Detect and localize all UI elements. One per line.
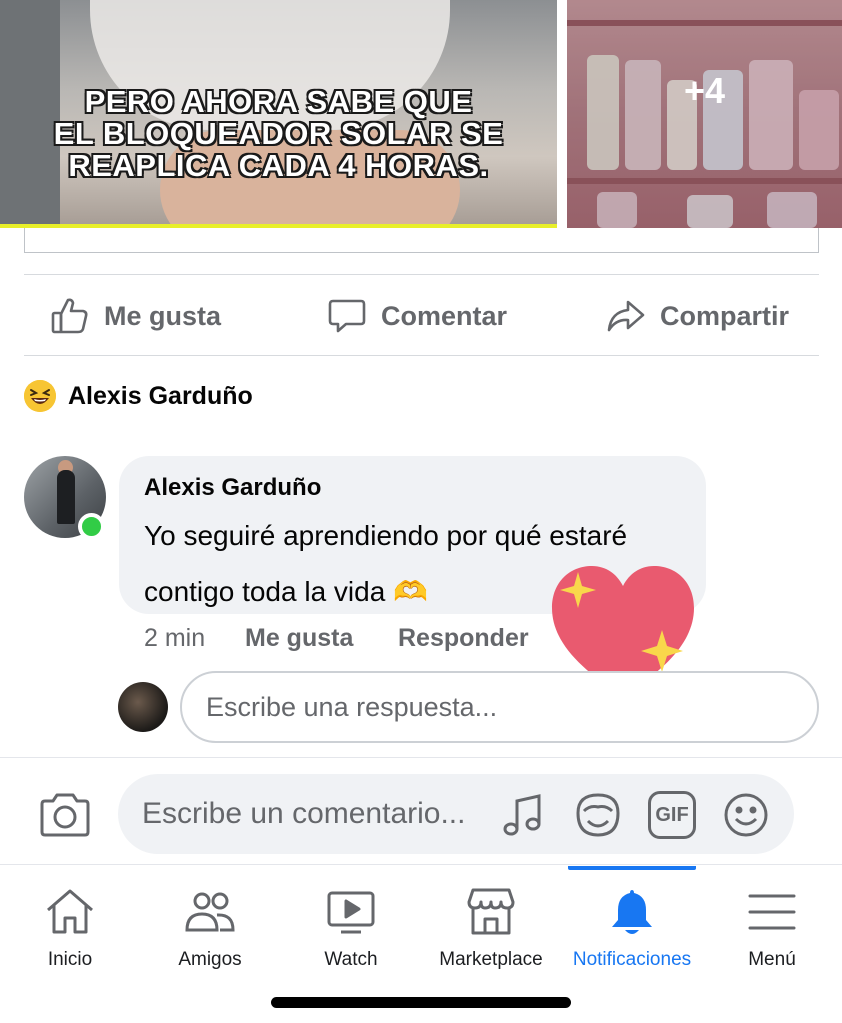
tab-notificaciones[interactable]: Notificaciones — [562, 866, 702, 976]
avatar-sticker-icon[interactable] — [574, 791, 622, 839]
my-avatar — [118, 682, 168, 732]
menu-icon — [748, 894, 796, 930]
bell-icon — [612, 890, 652, 934]
comment-input[interactable] — [142, 788, 502, 840]
laughing-emoji-icon — [24, 380, 56, 412]
comment-composer: GIF — [0, 757, 842, 865]
image-caption-line-2: EL BLOQUEADOR SOLAR SE — [53, 116, 504, 151]
tab-label: Watch — [324, 949, 378, 970]
reply-input[interactable] — [180, 671, 819, 743]
post-image-grid[interactable]: PERO AHORA SABE QUE EL BLOQUEADOR SOLAR … — [0, 0, 842, 230]
tab-watch[interactable]: Watch — [281, 866, 421, 976]
tab-marketplace[interactable]: Marketplace — [421, 866, 561, 976]
home-indicator — [271, 997, 571, 1008]
friends-icon — [185, 892, 235, 932]
divider — [24, 355, 819, 356]
comment-label: Comentar — [381, 300, 508, 331]
online-status-indicator — [78, 513, 105, 540]
like-label: Me gusta — [104, 300, 222, 331]
like-button[interactable]: Me gusta — [50, 294, 221, 338]
bottom-tab-bar: Inicio Amigos Watch Marketplace Notifica… — [0, 866, 842, 1023]
post-actions: Me gusta Comentar Compartir — [24, 276, 819, 356]
tab-label: Notificaciones — [572, 949, 692, 970]
share-arrow-icon — [607, 300, 645, 332]
home-icon — [47, 889, 93, 934]
share-button[interactable]: Compartir — [606, 294, 789, 338]
tab-label: Marketplace — [439, 949, 543, 970]
camera-icon[interactable] — [38, 792, 92, 838]
watch-icon — [327, 891, 375, 934]
avatar-body — [57, 470, 75, 524]
tab-label: Inicio — [47, 949, 93, 970]
comment-bubble-icon — [328, 299, 366, 333]
post-link-frame — [24, 228, 819, 253]
image-dim-overlay — [567, 0, 842, 228]
image-caption-line-1: PERO AHORA SABE QUE — [84, 84, 473, 119]
tab-label: Menú — [748, 949, 796, 970]
music-icon[interactable] — [500, 791, 548, 839]
post-image-more[interactable]: +4 — [567, 0, 842, 228]
marketplace-icon — [467, 888, 515, 935]
tab-label: Amigos — [178, 949, 242, 970]
image-caption-line-3: REAPLICA CADA 4 HORAS. — [68, 148, 489, 183]
share-label: Compartir — [660, 300, 790, 331]
comment-input-box[interactable]: GIF — [118, 774, 794, 854]
gif-icon[interactable]: GIF — [648, 791, 696, 839]
tab-amigos[interactable]: Amigos — [140, 866, 280, 976]
thumbs-up-icon — [51, 298, 88, 334]
comment-reply-button[interactable]: Responder — [398, 624, 529, 653]
comment-like-button[interactable]: Me gusta — [245, 624, 353, 653]
tab-inicio[interactable]: Inicio — [0, 866, 140, 976]
post-image-main[interactable]: PERO AHORA SABE QUE EL BLOQUEADOR SOLAR … — [0, 0, 557, 228]
comment-button[interactable]: Comentar — [327, 294, 507, 338]
divider — [24, 274, 819, 275]
reaction-row[interactable]: Alexis Garduño — [24, 380, 253, 412]
tab-menu[interactable]: Menú — [702, 866, 842, 976]
emoji-icon[interactable] — [722, 791, 770, 839]
reactor-name[interactable]: Alexis Garduño — [68, 382, 253, 411]
more-images-count: +4 — [683, 70, 726, 111]
comment-timestamp: 2 min — [144, 624, 206, 652]
comment-author[interactable]: Alexis Garduño — [144, 474, 321, 502]
